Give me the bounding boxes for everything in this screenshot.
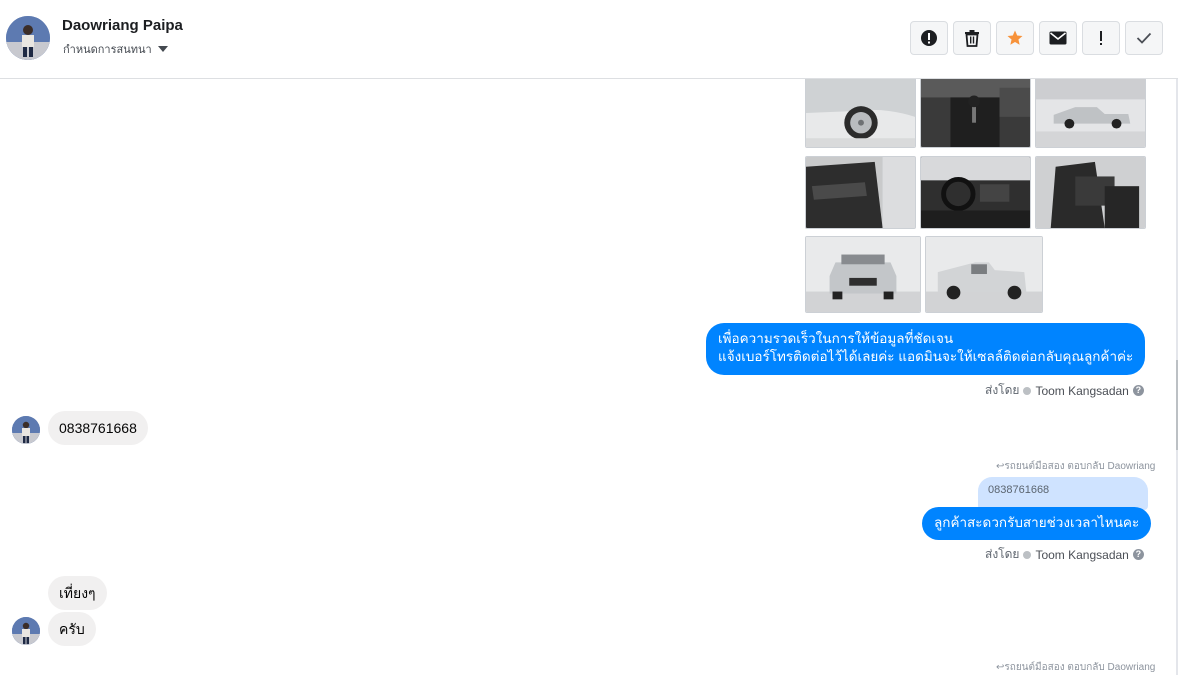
car-photo-side[interactable]: [1035, 79, 1146, 148]
mark-done-button[interactable]: [1125, 21, 1163, 55]
message-line: แจ้งเบอร์โทรติดต่อไว้ได้เลยค่ะ แอดมินจะใ…: [718, 349, 1134, 364]
conversation-header: Daowriang Paipa กำหนดการสนทนา: [0, 0, 1178, 79]
trash-icon: [965, 30, 979, 47]
help-icon[interactable]: ?: [1132, 385, 1144, 396]
delete-button[interactable]: [953, 21, 991, 55]
reply-note: ↩รถยนต์มือสอง ตอบกลับ Daowriang: [996, 662, 1156, 673]
contact-avatar-small: [12, 416, 40, 444]
check-icon: [1136, 32, 1152, 44]
alert-circle-icon: [921, 30, 937, 46]
envelope-icon: [1049, 31, 1067, 45]
sent-by-prefix: ส่งโดย: [985, 383, 1020, 397]
exclamation-icon: [1100, 31, 1102, 45]
outgoing-message-info: เพื่อความรวดเร็วในการให้ข้อมูลที่ชัดเจน …: [706, 323, 1146, 375]
sent-by-label: ส่งโดย Toom Kangsadan ?: [985, 381, 1144, 400]
conversation-actions: [910, 21, 1163, 55]
mark-unread-button[interactable]: [1039, 21, 1077, 55]
star-icon: [1007, 30, 1023, 45]
car-photo-front[interactable]: [805, 236, 921, 313]
help-icon[interactable]: ?: [1132, 549, 1144, 560]
star-button[interactable]: [996, 21, 1034, 55]
agent-status-icon: [1023, 550, 1032, 559]
car-photo-door[interactable]: [805, 156, 916, 229]
spam-button[interactable]: [910, 21, 948, 55]
outgoing-message-question: ลูกค้าสะดวกรับสายช่วงเวลาไหนคะ: [922, 507, 1152, 540]
car-photo-seats[interactable]: [1035, 156, 1146, 229]
sent-by-prefix: ส่งโดย: [985, 547, 1020, 561]
caret-down-icon: [157, 46, 168, 52]
sent-by-label: ส่งโดย Toom Kangsadan ?: [985, 545, 1144, 564]
agent-name[interactable]: Toom Kangsadan: [1035, 384, 1128, 398]
car-photo-rear[interactable]: [925, 236, 1043, 313]
message-thread[interactable]: เพื่อความรวดเร็วในการให้ข้อมูลที่ชัดเจน …: [0, 79, 1176, 675]
contact-avatar-small: [12, 617, 40, 645]
car-photo-gear[interactable]: [920, 79, 1031, 148]
contact-name: Daowriang Paipa: [62, 17, 183, 34]
follow-up-button[interactable]: [1082, 21, 1120, 55]
contact-avatar[interactable]: [6, 16, 50, 60]
incoming-message-krab: ครับ: [48, 612, 96, 646]
assign-label: กำหนดการสนทนา: [63, 44, 152, 56]
message-line: เพื่อความรวดเร็วในการให้ข้อมูลที่ชัดเจน: [718, 331, 954, 346]
agent-status-icon: [1023, 386, 1032, 395]
car-photo-wheel[interactable]: [805, 79, 916, 148]
reply-note: ↩รถยนต์มือสอง ตอบกลับ Daowriang: [996, 461, 1156, 472]
incoming-message-phone: 0838761668: [48, 411, 148, 445]
incoming-message-noon: เที่ยงๆ: [48, 576, 107, 610]
agent-name[interactable]: Toom Kangsadan: [1035, 548, 1128, 562]
car-photo-dashboard[interactable]: [920, 156, 1031, 229]
quoted-message[interactable]: 0838761668: [978, 477, 1148, 510]
assign-conversation-dropdown[interactable]: กำหนดการสนทนา: [63, 40, 168, 58]
